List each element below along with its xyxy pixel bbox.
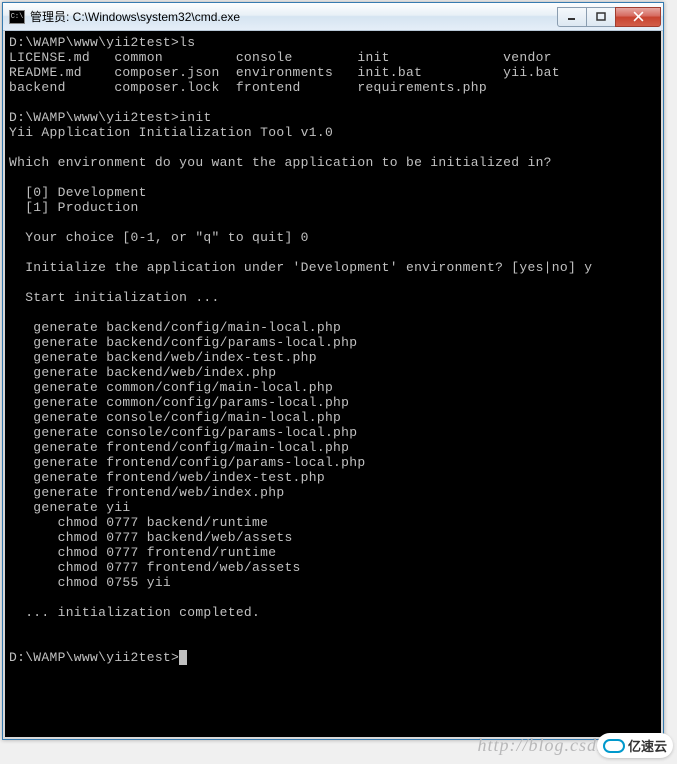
- env-options: [0] Development [1] Production: [9, 185, 147, 215]
- terminal-output[interactable]: D:\WAMP\www\yii2test>ls LICENSE.md commo…: [3, 31, 663, 739]
- cloud-icon: [603, 739, 625, 753]
- minimize-button[interactable]: [557, 7, 587, 27]
- tool-header: Yii Application Initialization Tool v1.0: [9, 125, 333, 140]
- window-controls: [558, 7, 661, 27]
- cmd-icon: C:\: [9, 10, 25, 24]
- cursor: [179, 650, 187, 665]
- start-line: Start initialization ...: [9, 290, 220, 305]
- command: init: [179, 110, 211, 125]
- window-title: 管理员: C:\Windows\system32\cmd.exe: [30, 8, 558, 25]
- ls-output: LICENSE.md common console init vendor RE…: [9, 50, 560, 95]
- choice-prompt: Your choice [0-1, or "q" to quit] 0: [9, 230, 309, 245]
- prompt: D:\WAMP\www\yii2test>: [9, 110, 179, 125]
- logo-text: 亿速云: [628, 736, 667, 755]
- maximize-button[interactable]: [586, 7, 616, 27]
- env-question: Which environment do you want the applic…: [9, 155, 552, 170]
- prompt: D:\WAMP\www\yii2test>: [9, 650, 179, 665]
- cmd-window: C:\ 管理员: C:\Windows\system32\cmd.exe D:\…: [2, 2, 664, 740]
- titlebar[interactable]: C:\ 管理员: C:\Windows\system32\cmd.exe: [3, 3, 663, 31]
- confirm-prompt: Initialize the application under 'Develo…: [9, 260, 592, 275]
- close-button[interactable]: [615, 7, 661, 27]
- logo-badge: 亿速云: [597, 733, 673, 758]
- generate-output: generate backend/config/main-local.php g…: [9, 320, 365, 590]
- command: ls: [179, 35, 195, 50]
- prompt: D:\WAMP\www\yii2test>: [9, 35, 179, 50]
- completed-line: ... initialization completed.: [9, 605, 260, 620]
